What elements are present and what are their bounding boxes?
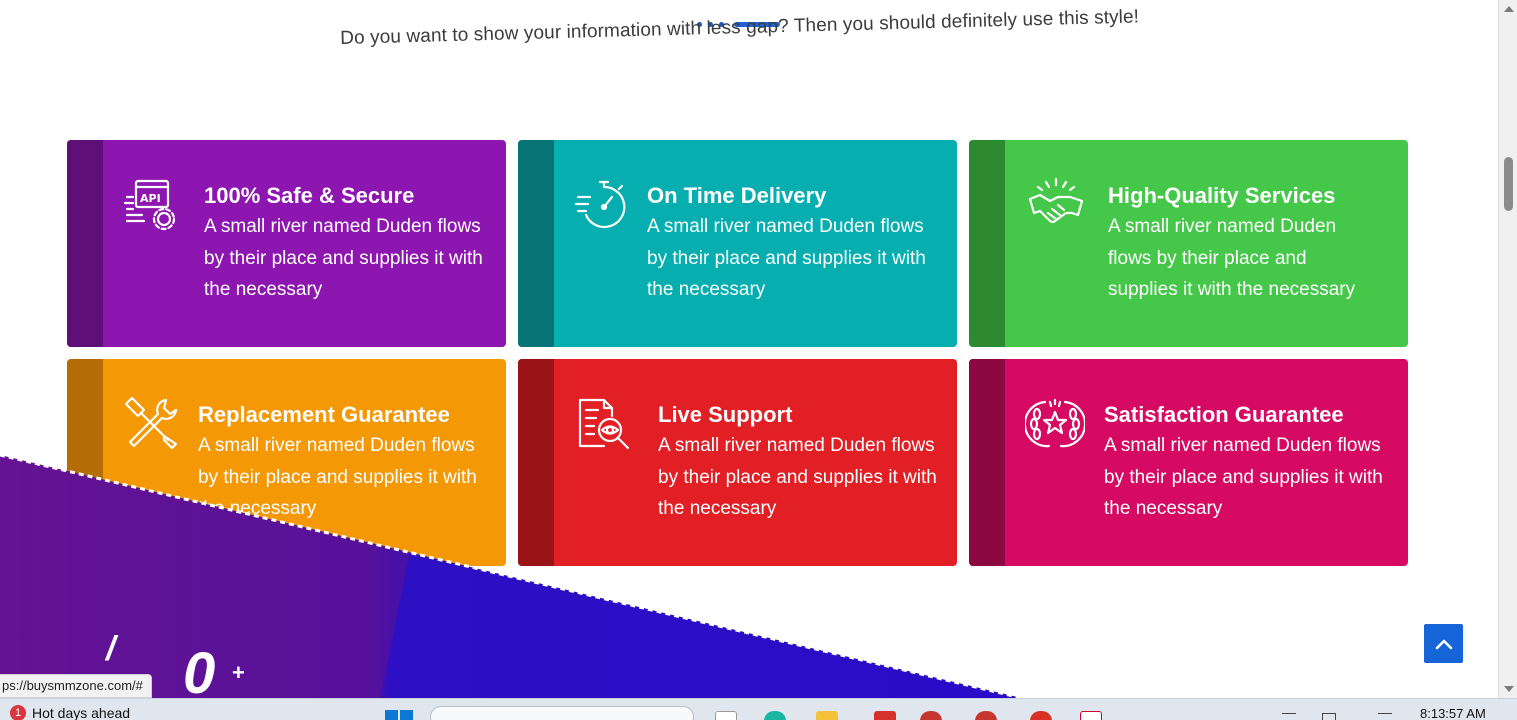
feature-card-high-quality[interactable]: High-Quality Services A small river name… xyxy=(969,140,1408,347)
card-title: Live Support xyxy=(658,402,793,427)
volume-icon[interactable] xyxy=(1378,713,1392,720)
back-to-top-button[interactable] xyxy=(1424,624,1463,663)
card-stripe xyxy=(518,140,554,347)
file-explorer-icon[interactable] xyxy=(816,711,838,720)
stat-separator: / xyxy=(106,630,116,668)
taskbar-app-icon[interactable] xyxy=(715,711,737,720)
webpage: Do you want to show your information wit… xyxy=(0,0,1498,698)
svg-text:API: API xyxy=(140,192,161,205)
page-scrollbar[interactable] xyxy=(1498,0,1517,698)
card-description: A small river named Duden flows by their… xyxy=(1104,435,1383,519)
calendar-app-icon[interactable] xyxy=(1080,711,1102,720)
feature-card-on-time-delivery[interactable]: On Time Delivery A small river named Dud… xyxy=(518,140,957,347)
tray-chevron-icon[interactable] xyxy=(1282,713,1296,720)
weather-widget[interactable]: 1 Hot days ahead xyxy=(10,705,130,720)
taskbar-app-icon[interactable] xyxy=(920,711,942,720)
weather-badge: 1 xyxy=(10,705,26,720)
edge-browser-icon[interactable] xyxy=(764,711,786,720)
card-description: A small river named Duden flows by their… xyxy=(1108,216,1356,300)
section-subtitle: Do you want to show your information wit… xyxy=(340,6,1140,49)
card-title: Satisfaction Guarantee xyxy=(1104,402,1344,427)
stat-plus-sign: + xyxy=(232,660,245,685)
network-icon[interactable] xyxy=(1322,713,1336,720)
card-title: On Time Delivery xyxy=(647,183,827,208)
chrome-browser-icon[interactable] xyxy=(1030,711,1052,720)
feature-card-safe-secure[interactable]: API 100% Safe & Secure A small river nam… xyxy=(67,140,506,347)
card-title: 100% Safe & Secure xyxy=(204,183,415,208)
scroll-up-arrow-icon[interactable] xyxy=(1504,6,1514,12)
card-title: High-Quality Services xyxy=(1108,183,1336,208)
card-stripe xyxy=(969,140,1005,347)
weather-text: Hot days ahead xyxy=(32,705,131,720)
stats-section-background xyxy=(0,453,1029,698)
taskbar-search-box[interactable] xyxy=(430,706,694,720)
taskbar-clock[interactable]: 8:13:57 AM xyxy=(1420,706,1486,720)
card-description: A small river named Duden flows by their… xyxy=(204,216,483,300)
browser-status-url: ps://buysmmzone.com/# xyxy=(0,674,152,698)
stopwatch-icon xyxy=(574,175,634,235)
chevron-up-icon xyxy=(1435,639,1452,649)
taskbar-app-icon[interactable] xyxy=(975,711,997,720)
scrollbar-thumb[interactable] xyxy=(1504,157,1513,211)
taskbar-app-icon[interactable] xyxy=(874,711,896,720)
scroll-down-arrow-icon[interactable] xyxy=(1504,686,1514,692)
windows-taskbar: 1 Hot days ahead 8:13:57 AM xyxy=(0,698,1517,720)
stat-counter: 0 xyxy=(183,641,216,699)
api-gear-icon: API xyxy=(122,175,182,235)
card-title: Replacement Guarantee xyxy=(198,402,450,427)
card-description: A small river named Duden flows by their… xyxy=(647,216,926,300)
card-stripe xyxy=(67,140,103,347)
handshake-icon xyxy=(1026,175,1086,235)
windows-start-icon[interactable] xyxy=(385,710,413,720)
